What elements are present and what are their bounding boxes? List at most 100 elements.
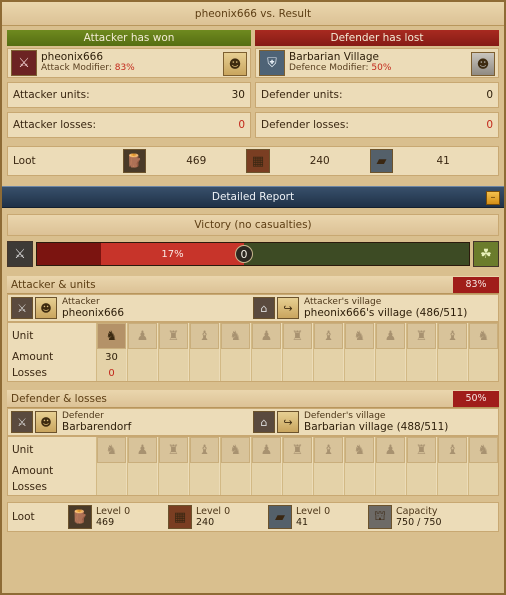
unit-icon[interactable]: ♝ (314, 323, 343, 349)
victory-banner: Victory (no casualties) (7, 214, 499, 236)
row-label-losses: Losses (12, 481, 47, 493)
unit-amount (438, 463, 467, 479)
attacker-player-name[interactable]: pheonix666 (62, 308, 124, 319)
unit-amount (469, 463, 498, 479)
unit-amount (221, 349, 250, 365)
unit-amount (252, 349, 281, 365)
defender-name[interactable]: Barbarian Village (289, 52, 391, 63)
attacker-losses-value: 0 (238, 119, 245, 131)
unit-amount (252, 463, 281, 479)
crest-icon: ⚔ (11, 411, 33, 433)
unit-icon[interactable]: ♜ (407, 323, 436, 349)
unit-icon[interactable]: ♝ (314, 437, 343, 463)
unit-icon[interactable]: ♜ (159, 323, 188, 349)
battle-balance: ⚔ 17% 0 ☘ (7, 240, 499, 268)
jump-arrow-icon[interactable]: ↪ (277, 297, 299, 319)
collapse-button[interactable]: – (486, 191, 500, 205)
attacker-owner: ⚔ ☻ Attacker pheonix666 (11, 297, 253, 319)
unit-icon[interactable]: ♟ (376, 437, 405, 463)
loot-detail: Loot 🪵 Level 0 469 ▦ Level 0 240 ▰ Level 0… (7, 502, 499, 532)
unit-icon[interactable]: ♟ (128, 437, 157, 463)
unit-icon[interactable]: ♜ (283, 323, 312, 349)
unit-column: ♝ (437, 437, 467, 495)
crest-icon: ⚔ (11, 297, 33, 319)
defender-village-name[interactable]: Barbarian village (488/511) (304, 422, 448, 433)
unit-icon[interactable]: ♝ (190, 323, 219, 349)
unit-column: ♞ 30 0 (96, 323, 126, 381)
balance-center-marker: 0 (235, 245, 253, 263)
attacker-units-value: 30 (231, 89, 245, 101)
attacker-village-name[interactable]: pheonix666's village (486/511) (304, 308, 467, 319)
unit-amount (469, 349, 498, 365)
defender-result: Defender has lost (255, 30, 499, 46)
loot-capacity: ⛫ Capacity 750 / 750 (368, 505, 468, 529)
unit-icon[interactable]: ♞ (97, 437, 126, 463)
unit-column: ♟ (375, 437, 405, 495)
attacker-unit-table: Unit Amount Losses ♞ 30 0 ♟ ♜ ♝ ♞ ♟ ♜ ♝ ♞ ♟ ♜ ♝ ♞ (7, 322, 499, 382)
unit-icon[interactable]: ♞ (97, 323, 126, 349)
unit-icon[interactable]: ♟ (252, 437, 281, 463)
report-title: pheonix666 vs. Result (2, 2, 504, 26)
unit-icon[interactable]: ♞ (469, 323, 498, 349)
unit-amount (314, 349, 343, 365)
unit-column: ♜ (158, 323, 188, 381)
player-icon[interactable]: ☻ (35, 297, 57, 319)
unit-icon[interactable]: ♞ (469, 437, 498, 463)
unit-icon[interactable]: ♝ (190, 437, 219, 463)
unit-amount (283, 349, 312, 365)
market-icon: ⛫ (368, 505, 392, 529)
attacker-result: Attacker has won (7, 30, 251, 46)
unit-icon[interactable]: ♝ (438, 323, 467, 349)
unit-column: ♞ (220, 437, 250, 495)
unit-icon[interactable]: ♟ (376, 323, 405, 349)
defender-player-name[interactable]: Barbarendorf (62, 422, 131, 433)
unit-losses (469, 479, 498, 495)
defender-section-header: Defender & losses 50% (7, 390, 499, 408)
loot-clay: ▦ Level 0 240 (168, 505, 268, 529)
unit-icon[interactable]: ♞ (221, 437, 250, 463)
unit-losses (252, 365, 281, 381)
unit-icon[interactable]: ♜ (407, 437, 436, 463)
unit-losses (376, 479, 405, 495)
unit-column: ♝ (189, 323, 219, 381)
unit-losses (314, 365, 343, 381)
unit-icon[interactable]: ♞ (345, 437, 374, 463)
unit-icon[interactable]: ♞ (221, 323, 250, 349)
unit-losses (128, 479, 157, 495)
capacity-label: Capacity (396, 506, 438, 517)
loot-clay-value: 240 (309, 155, 330, 167)
jump-arrow-icon[interactable]: ↪ (277, 411, 299, 433)
unit-amount (128, 463, 157, 479)
crest-icon: ⚔ (11, 50, 37, 76)
attacker-profile-button[interactable]: ☻ (223, 52, 247, 76)
unit-icon[interactable]: ♞ (345, 323, 374, 349)
unit-losses (159, 365, 188, 381)
row-label-amount: Amount (12, 351, 54, 363)
defender-owner-row: ⚔ ☻ Defender Barbarendorf ⌂ ↪ Defender's… (7, 408, 499, 436)
unit-icon[interactable]: ♜ (159, 437, 188, 463)
combatants: ⚔ pheonix666 Attack Modifier: 83% ☻ ⛨ Ba… (2, 46, 504, 80)
unit-icon[interactable]: ♝ (438, 437, 467, 463)
shield-icon: ⛨ (259, 50, 285, 76)
result-bars: Attacker has won Defender has lost (2, 26, 504, 46)
unit-losses (345, 365, 374, 381)
detailed-report-header[interactable]: Detailed Report – (2, 186, 504, 208)
unit-column: ♟ (127, 437, 157, 495)
village-icon: ⌂ (253, 411, 275, 433)
unit-icon[interactable]: ♟ (128, 323, 157, 349)
capacity-value: 750 / 750 (396, 517, 442, 528)
unit-losses (469, 365, 498, 381)
player-icon[interactable]: ☻ (35, 411, 57, 433)
unit-icon[interactable]: ♜ (283, 437, 312, 463)
row-label-unit: Unit (12, 330, 34, 342)
attacker-name[interactable]: pheonix666 (41, 52, 135, 63)
defender-profile-button[interactable]: ☻ (471, 52, 495, 76)
clay-level: Level 0 (196, 506, 231, 517)
unit-icon[interactable]: ♟ (252, 323, 281, 349)
unit-column: ♝ (437, 323, 467, 381)
defence-modifier-value: 50% (371, 63, 392, 73)
defender-units-cell: Defender units: 0 (255, 82, 499, 108)
clover-icon: ☘ (473, 241, 499, 267)
unit-amount (345, 349, 374, 365)
unit-losses (190, 479, 219, 495)
